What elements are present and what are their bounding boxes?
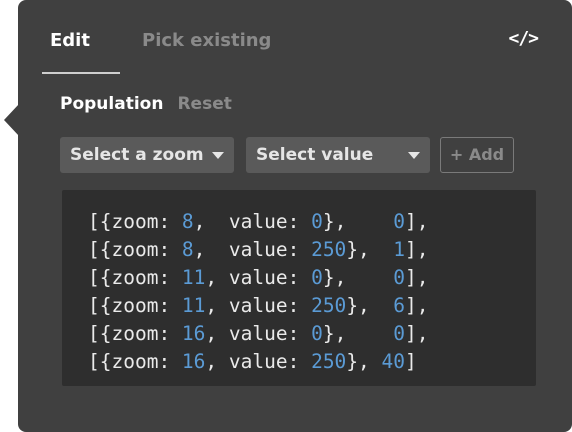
value-select-label: Select value [256,145,374,165]
popover-pointer [4,104,19,136]
stop-value: 0 [311,322,323,345]
zoom-select-label: Select a zoom [70,145,204,165]
chevron-down-icon [212,152,224,159]
stop-output: 0 [393,322,406,345]
code-view-icon[interactable]: </> [508,28,538,49]
stop-value: 0 [311,266,323,289]
code-preview: [{zoom: 8, value: 0}, 0], [{zoom: 8, val… [62,190,536,386]
stop-value: 0 [311,210,323,233]
stop-zoom: 11 [181,266,206,289]
reset-button[interactable]: Reset [177,94,231,114]
stop-zoom: 8 [181,238,194,261]
stop-zoom: 16 [181,350,206,373]
stop-line: [{zoom: 16, value: 250}, 40] [88,350,417,373]
section-title: Population [60,94,164,114]
stop-output: 0 [393,210,406,233]
stop-value: 250 [311,350,347,373]
stop-line: [{zoom: 11, value: 0}, 0], [88,266,429,289]
active-tab-indicator [42,72,120,74]
zoom-select[interactable]: Select a zoom [60,137,234,173]
stop-output: 1 [393,238,406,261]
stop-output: 40 [381,350,406,373]
value-select[interactable]: Select value [246,137,430,173]
stop-output: 0 [393,266,406,289]
stop-line: [{zoom: 8, value: 0}, 0], [88,210,429,233]
tab-pick-existing[interactable]: Pick existing [142,30,271,51]
stop-zoom: 16 [181,322,206,345]
stops-code: [{zoom: 8, value: 0}, 0], [{zoom: 8, val… [88,208,429,376]
stop-value: 250 [311,238,347,261]
stop-zoom: 8 [181,210,194,233]
stop-line: [{zoom: 8, value: 250}, 1], [88,238,429,261]
add-stop-button[interactable]: + Add [440,137,514,173]
stop-line: [{zoom: 11, value: 250}, 6], [88,294,429,317]
section-header: Population Reset [60,94,232,114]
editor-tabs: Edit Pick existing </> [42,26,572,74]
stop-zoom: 11 [181,294,206,317]
chevron-down-icon [408,152,420,159]
stop-output: 6 [393,294,406,317]
stop-line: [{zoom: 16, value: 0}, 0], [88,322,429,345]
stop-value: 250 [311,294,347,317]
tab-edit[interactable]: Edit [50,30,90,51]
